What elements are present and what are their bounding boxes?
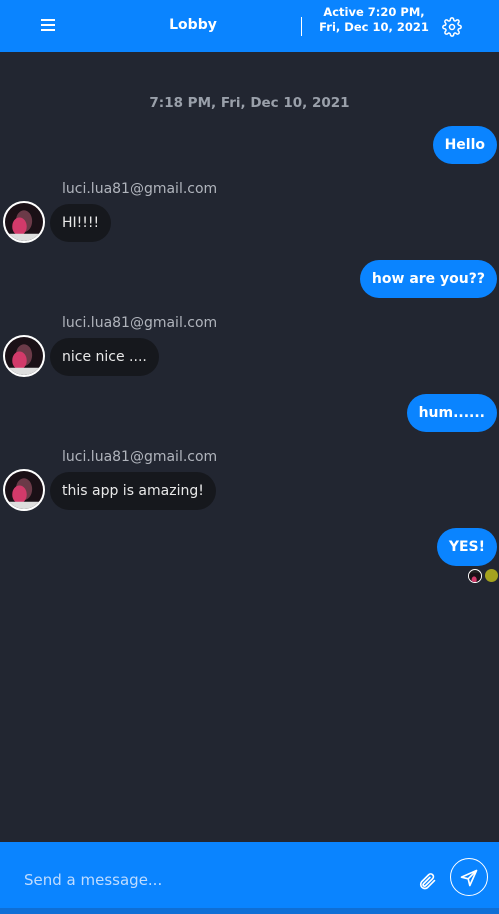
message-incoming[interactable]: HI!!!! [50,204,112,242]
send-button[interactable] [450,858,488,896]
message-composer [0,842,499,914]
hamburger-icon[interactable] [38,16,58,36]
message-incoming[interactable]: nice nice .... [50,338,159,376]
message-input[interactable] [12,864,402,896]
active-status: Active 7:20 PM, Fri, Dec 10, 2021 [319,5,429,34]
avatar[interactable] [3,469,45,511]
message-outgoing[interactable]: how are you?? [359,260,497,298]
message-outgoing[interactable]: YES! [436,528,497,566]
message-incoming[interactable]: this app is amazing! [50,472,216,510]
room-title: Lobby [169,17,217,33]
header-divider [301,17,302,36]
chat-header: Lobby Active 7:20 PM, Fri, Dec 10, 2021 [0,0,499,52]
avatar[interactable] [3,201,45,243]
status-bar-strip [0,908,499,914]
message-outgoing[interactable]: hum...... [406,394,497,432]
message-sender: luci.lua81@gmail.com [62,181,218,197]
message-outgoing[interactable]: Hello [432,126,497,164]
avatar[interactable] [3,335,45,377]
message-sender: luci.lua81@gmail.com [62,315,218,331]
paper-plane-icon [460,869,478,887]
read-status-dot [485,569,498,582]
reader-avatar [468,569,482,583]
message-sender: luci.lua81@gmail.com [62,449,218,465]
paperclip-icon[interactable] [417,871,437,891]
gear-icon[interactable] [442,17,462,37]
date-stamp: 7:18 PM, Fri, Dec 10, 2021 [149,95,350,111]
